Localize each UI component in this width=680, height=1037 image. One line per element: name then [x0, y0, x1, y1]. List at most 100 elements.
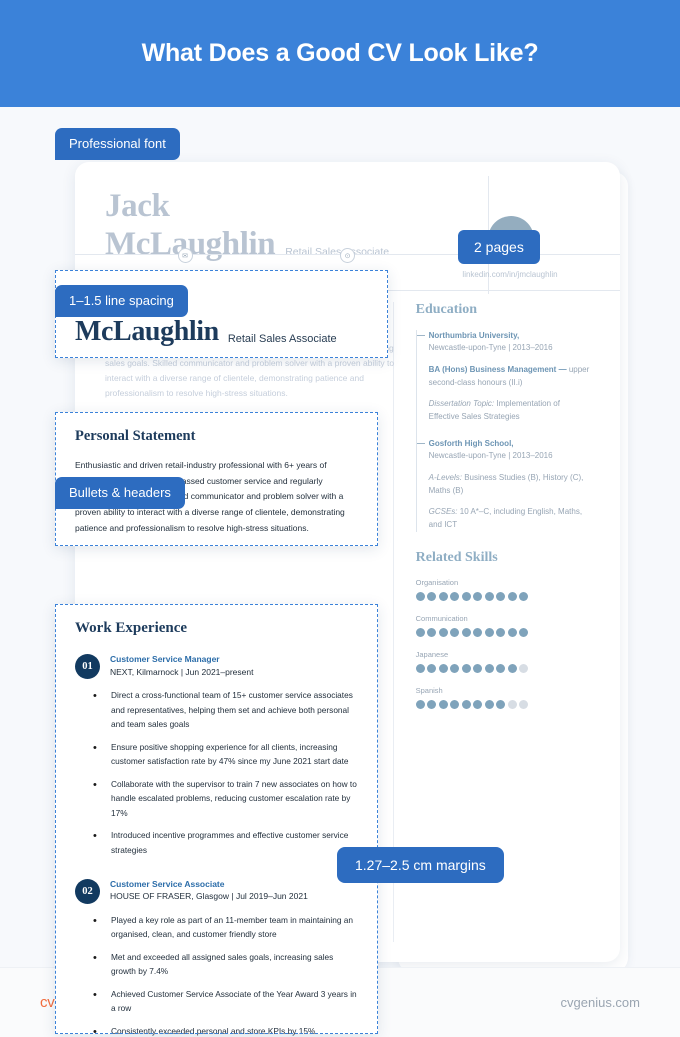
education-heading: Education — [415, 302, 478, 317]
skill-dot — [519, 627, 529, 637]
skill-dot — [496, 663, 506, 673]
callout-page-count[interactable]: 2 pages — [458, 230, 540, 264]
skill-dot — [519, 663, 529, 673]
skill-dot — [415, 663, 425, 673]
education-note: GCSEs: 10 A*–C, including English, Maths… — [429, 506, 590, 532]
callout-margins[interactable]: 1.27–2.5 cm margins — [337, 847, 504, 883]
skill-dot — [473, 627, 483, 637]
education-note-lead-italic: A-Levels: — [428, 472, 462, 482]
skill-dot — [427, 663, 437, 673]
education-item: Northumbria University, Newcastle-upon-T… — [416, 330, 590, 424]
skill-dot — [450, 663, 460, 673]
bullet-item: Collaborate with the supervisor to train… — [89, 776, 358, 821]
job-bullets: Direct a cross-functional team of 15+ cu… — [89, 687, 358, 857]
footer-url: cvgenius.com — [560, 995, 640, 1010]
page-header: What Does a Good CV Look Like? — [0, 0, 680, 107]
job-title: Customer Service Manager — [110, 654, 220, 664]
job-bullets: Played a key role as part of an 11-membe… — [89, 912, 358, 1037]
skill-item: Japanese — [415, 650, 590, 673]
cv-canvas: JackMcLaughlin Retail Sales Associate JM… — [0, 107, 680, 1037]
skill-dot — [461, 627, 471, 637]
education-meta: Newcastle-upon-Tyne | 2013–2016 — [428, 343, 553, 352]
education-note-lead-italic: GCSEs: — [428, 507, 458, 517]
skill-item: Spanish — [415, 685, 590, 709]
skill-dot — [473, 699, 483, 709]
education-school: Gosforth High School, — [428, 438, 514, 448]
highlight-card-work: Work Experience 01 Customer Service Mana… — [55, 604, 378, 1037]
bullet-item: Consistently exceeded personal and store… — [89, 1023, 358, 1037]
skill-rating — [415, 663, 590, 673]
skill-dot — [415, 627, 425, 637]
callout-professional-font[interactable]: Professional font — [55, 128, 180, 160]
skill-dot — [438, 699, 448, 709]
job-entry: 02 Customer Service Associate HOUSE OF F… — [75, 878, 358, 1037]
education-note: A-Levels: Business Studies (B), History … — [429, 472, 590, 498]
skill-dot — [427, 591, 437, 601]
infographic-page: What Does a Good CV Look Like? Jack McLau… — [0, 0, 680, 1037]
skill-dot — [461, 663, 471, 673]
skill-dot — [415, 699, 425, 709]
cv-right-column: Education Northumbria University, Newcas… — [415, 302, 590, 722]
skill-dot — [427, 627, 437, 637]
skill-dot — [438, 591, 448, 601]
location-pin-icon: ⊙ — [340, 248, 355, 263]
bullet-item: Achieved Customer Service Associate of t… — [89, 986, 358, 1016]
skill-dot — [496, 699, 506, 709]
job-meta: HOUSE OF FRASER, Glasgow | Jul 2019–Jun … — [110, 891, 308, 902]
skill-dot — [484, 627, 494, 637]
skill-label: Spanish — [415, 685, 443, 695]
callout-line-spacing[interactable]: 1–1.5 line spacing — [55, 285, 188, 317]
skill-dot — [415, 591, 425, 601]
job-number-badge: 01 — [75, 654, 100, 679]
skill-dot — [473, 663, 483, 673]
skill-dot — [507, 663, 517, 673]
education-item: Gosforth High School, Newcastle-upon-Tyn… — [416, 438, 590, 532]
bullet-item: Direct a cross-functional team of 15+ cu… — [89, 687, 358, 732]
bullet-item: Introduced incentive programmes and effe… — [89, 827, 358, 857]
skill-label: Organisation — [415, 577, 459, 587]
skill-rating — [415, 627, 590, 637]
skill-label: Communication — [415, 613, 468, 623]
skill-dot — [507, 591, 517, 601]
envelope-icon: ✉ — [177, 248, 193, 263]
page-title: What Does a Good CV Look Like? — [141, 39, 539, 67]
bullet-item: Played a key role as part of an 11-membe… — [89, 912, 358, 942]
education-meta: Newcastle-upon-Tyne | 2013–2016 — [428, 450, 553, 460]
skill-dot — [496, 627, 506, 637]
job-spacer — [75, 866, 358, 878]
skills-heading: Related Skills — [415, 549, 498, 565]
skill-dot — [438, 663, 448, 673]
statement-heading: Personal Statement — [75, 428, 196, 444]
education-note-lead: BA (Hons) Business Management — — [428, 364, 567, 374]
cv-role: Retail Sales Associate — [227, 332, 337, 345]
skill-rating — [415, 699, 590, 709]
skill-dot — [450, 699, 460, 709]
skill-dot — [484, 699, 494, 709]
job-number-badge: 02 — [75, 878, 100, 904]
skill-dot — [450, 627, 460, 637]
education-note: Dissertation Topic: Implementation of Ef… — [429, 398, 590, 424]
logo-prefix: cv — [40, 994, 55, 1011]
skill-dot — [519, 591, 529, 601]
work-heading: Work Experience — [75, 620, 188, 636]
skills-list: Organisation Communication Japanese Span… — [415, 577, 590, 709]
education-school: Northumbria University, — [428, 331, 520, 340]
job-entry: 01 Customer Service Manager NEXT, Kilmar… — [75, 653, 358, 858]
skill-dot — [484, 591, 494, 601]
skill-dot — [450, 591, 460, 601]
skill-rating — [415, 591, 590, 601]
skill-dot — [484, 663, 494, 673]
callout-bullets-headers[interactable]: Bullets & headers — [55, 477, 185, 509]
skill-dot — [507, 699, 517, 709]
skill-dot — [427, 699, 437, 709]
bullet-item: Ensure positive shopping experience for … — [89, 739, 358, 769]
bullet-item: Met and exceeded all assigned sales goal… — [89, 949, 358, 979]
education-note: BA (Hons) Business Management — upper se… — [429, 364, 590, 390]
skill-dot — [507, 627, 517, 637]
skill-dot — [461, 591, 471, 601]
skill-dot — [473, 591, 483, 601]
education-note-lead-italic: Dissertation Topic: — [428, 399, 495, 409]
contact-linkedin-text: linkedin.com/in/jmclaughlin — [462, 270, 558, 279]
skill-dot — [438, 627, 448, 637]
education-list: Northumbria University, Newcastle-upon-T… — [415, 330, 590, 532]
